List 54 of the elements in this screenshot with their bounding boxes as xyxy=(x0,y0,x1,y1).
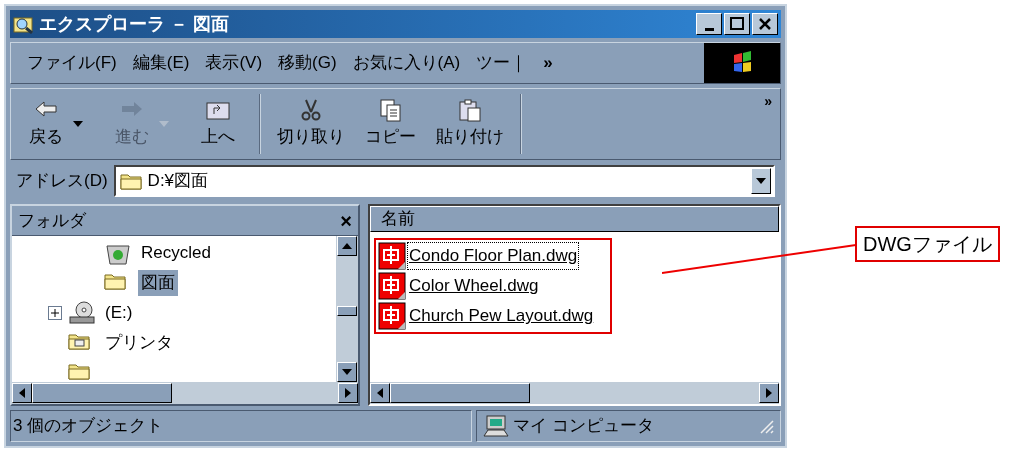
scroll-arrow-icon[interactable] xyxy=(342,243,352,249)
dropdown-button[interactable] xyxy=(751,168,771,194)
expander-icon[interactable] xyxy=(48,306,62,320)
file-link[interactable]: Church Pew Layout.dwg xyxy=(408,303,595,329)
computer-icon xyxy=(483,414,509,438)
drawing-file-icon xyxy=(378,272,408,300)
menu-item[interactable]: 移動(G) xyxy=(272,50,343,76)
explorer-icon xyxy=(13,14,35,34)
toolbar-button[interactable]: 貼り付け xyxy=(426,98,514,150)
maximize-button[interactable] xyxy=(724,13,750,35)
chevron-icon[interactable]: » xyxy=(764,91,772,112)
toolbar-button[interactable]: 切り取り xyxy=(267,98,355,150)
menu-item[interactable]: ファイル(F) xyxy=(21,50,123,76)
zone-text: マイ コンピュータ xyxy=(513,415,655,438)
scroll-arrow-icon[interactable] xyxy=(766,388,772,398)
drawing-file-icon xyxy=(378,302,408,330)
folder-icon xyxy=(119,171,142,191)
drawing-file-icon xyxy=(378,242,408,270)
close-button[interactable] xyxy=(752,13,778,35)
horizontal-scrollbar[interactable] xyxy=(370,382,779,404)
scroll-arrow-icon[interactable] xyxy=(19,388,25,398)
toolbar-button[interactable]: 戻る xyxy=(19,98,73,150)
menu-item[interactable]: お気に入り(A) xyxy=(346,50,467,76)
address-field[interactable]: D:¥図面 xyxy=(113,165,775,197)
scroll-arrow-icon[interactable] xyxy=(377,388,383,398)
pane-title: フォルダ xyxy=(18,209,86,232)
callout-label: DWGファイル xyxy=(855,226,1000,262)
status-text: 3 個のオブジェクト xyxy=(10,410,472,442)
windows-logo-icon xyxy=(704,43,780,83)
tree-item[interactable]: 図面 xyxy=(138,270,178,296)
minimize-button[interactable] xyxy=(696,13,722,35)
scroll-arrow-icon[interactable] xyxy=(342,369,352,375)
resize-grip-icon xyxy=(758,418,774,434)
scroll-arrow-icon[interactable] xyxy=(345,388,351,398)
menu-item[interactable]: ツー｜ xyxy=(470,50,534,76)
menu-item[interactable]: 表示(V) xyxy=(199,50,269,76)
cd-drive-icon xyxy=(68,301,96,325)
vertical-scrollbar[interactable] xyxy=(336,236,358,382)
chevron-icon[interactable]: » xyxy=(537,50,559,76)
horizontal-scrollbar[interactable] xyxy=(12,382,358,404)
dropdown-arrow-icon xyxy=(756,178,766,184)
close-icon[interactable]: × xyxy=(340,205,352,236)
scroll-thumb[interactable] xyxy=(337,306,357,316)
file-link[interactable]: Color Wheel.dwg xyxy=(408,273,540,299)
window-title: エクスプローラ － 図面 xyxy=(39,12,230,36)
file-link[interactable]: Condo Floor Plan.dwg xyxy=(408,243,579,269)
maximize-icon xyxy=(728,15,746,33)
menu-item[interactable]: 編集(E) xyxy=(126,50,196,76)
address-label: アドレス(D) xyxy=(16,170,108,193)
toolbar-button[interactable]: 上へ xyxy=(191,98,245,150)
toolbar-button[interactable]: コピー xyxy=(355,98,426,150)
column-header[interactable]: 名前 xyxy=(370,206,779,232)
paste-icon xyxy=(456,98,484,125)
minimize-icon xyxy=(704,27,714,31)
